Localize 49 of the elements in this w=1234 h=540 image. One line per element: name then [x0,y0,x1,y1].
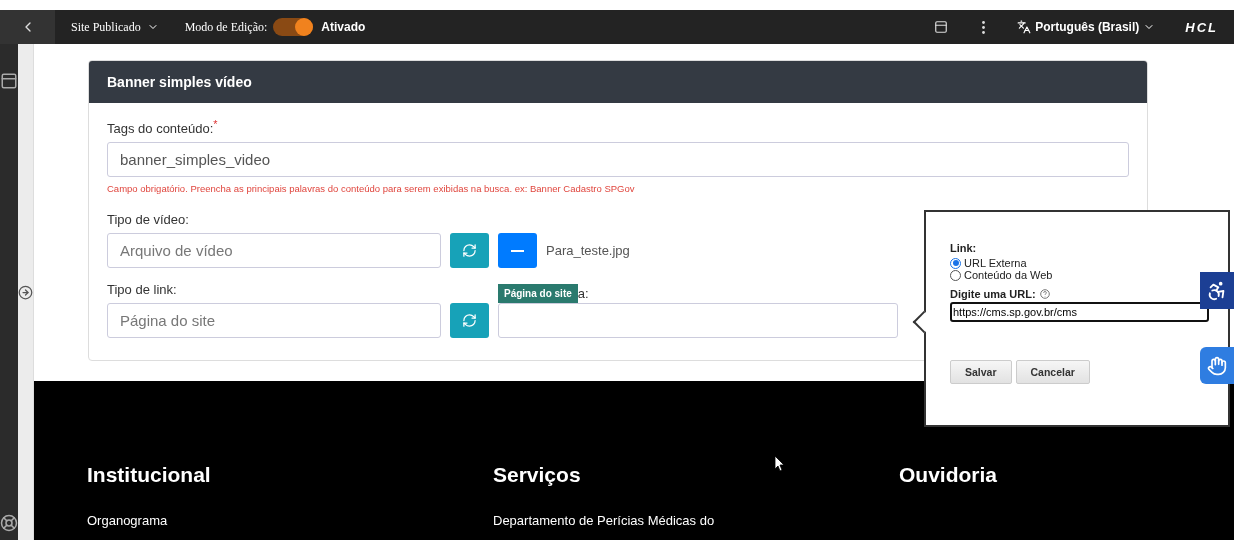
popup-title: Link: [950,242,978,254]
footer-heading: Institucional [87,463,211,487]
field-label: Tags do conteúdo:$^{*}$ [107,118,219,137]
remove-button[interactable] [498,233,537,269]
tooltip: Página do site [498,284,578,304]
panel-button[interactable] [934,20,949,34]
sign-language-button[interactable] [1200,347,1234,384]
help-icon[interactable] [1039,289,1050,299]
file-name: Para_teste.jpg [546,243,630,259]
refresh-icon [462,313,477,329]
cursor-icon [775,456,785,472]
footer-link[interactable]: Departamento de Perícias Médicas do [493,513,715,528]
translate-icon [1017,20,1032,34]
add-panel-icon[interactable] [0,72,18,90]
card-title: Banner simples vídeo [89,61,1147,103]
accessibility-button[interactable] [1200,272,1234,309]
refresh-button[interactable] [450,233,489,269]
edit-mode-toggle[interactable] [273,18,314,36]
video-type-field[interactable]: Arquivo de vídeo [107,233,441,269]
field-label: a: [577,286,589,302]
minus-icon [511,249,524,252]
field-label: Tipo de link: [107,282,178,298]
site-menu[interactable]: Site Publicado [71,19,159,35]
refresh-button[interactable] [450,303,489,339]
link-type-field[interactable]: Página do site [107,303,441,339]
more-icon [982,20,986,34]
panel-icon [934,20,949,34]
url-field[interactable]: https://cms.sp.gov.br/cms [950,302,1209,322]
radio-option[interactable]: URL Externa [950,257,1027,269]
language-menu[interactable]: Português (Brasil) [1017,20,1156,34]
edit-mode-status: Ativado [321,20,366,34]
url-label: Digite uma URL: [950,288,1036,300]
footer-heading: Serviços [493,463,581,487]
save-button[interactable]: Salvar [950,360,1012,384]
field-label: Tipo de vídeo: [107,212,190,228]
lifebuoy-icon[interactable] [0,514,18,532]
logo: HCL [1185,19,1218,35]
help-text: Campo obrigatório. Preencha as principais palavras do conteúdo para serem exibidas na busca. ex: Banner Cadastro SPGov [107,183,636,195]
edit-mode-label: Modo de Edição: [184,19,268,35]
link-field[interactable] [498,303,898,339]
footer-heading: Ouvidoria [899,463,998,487]
cancel-button[interactable]: Cancelar [1015,360,1090,384]
more-button[interactable] [982,20,986,34]
expand-icon[interactable] [18,284,33,300]
hand-icon [1207,355,1227,376]
footer-link[interactable]: Organograma [87,513,168,528]
radio-option[interactable]: Conteúdo da Web [950,269,1053,281]
refresh-icon [462,243,477,259]
tags-field[interactable]: banner_simples_video [107,142,1129,178]
